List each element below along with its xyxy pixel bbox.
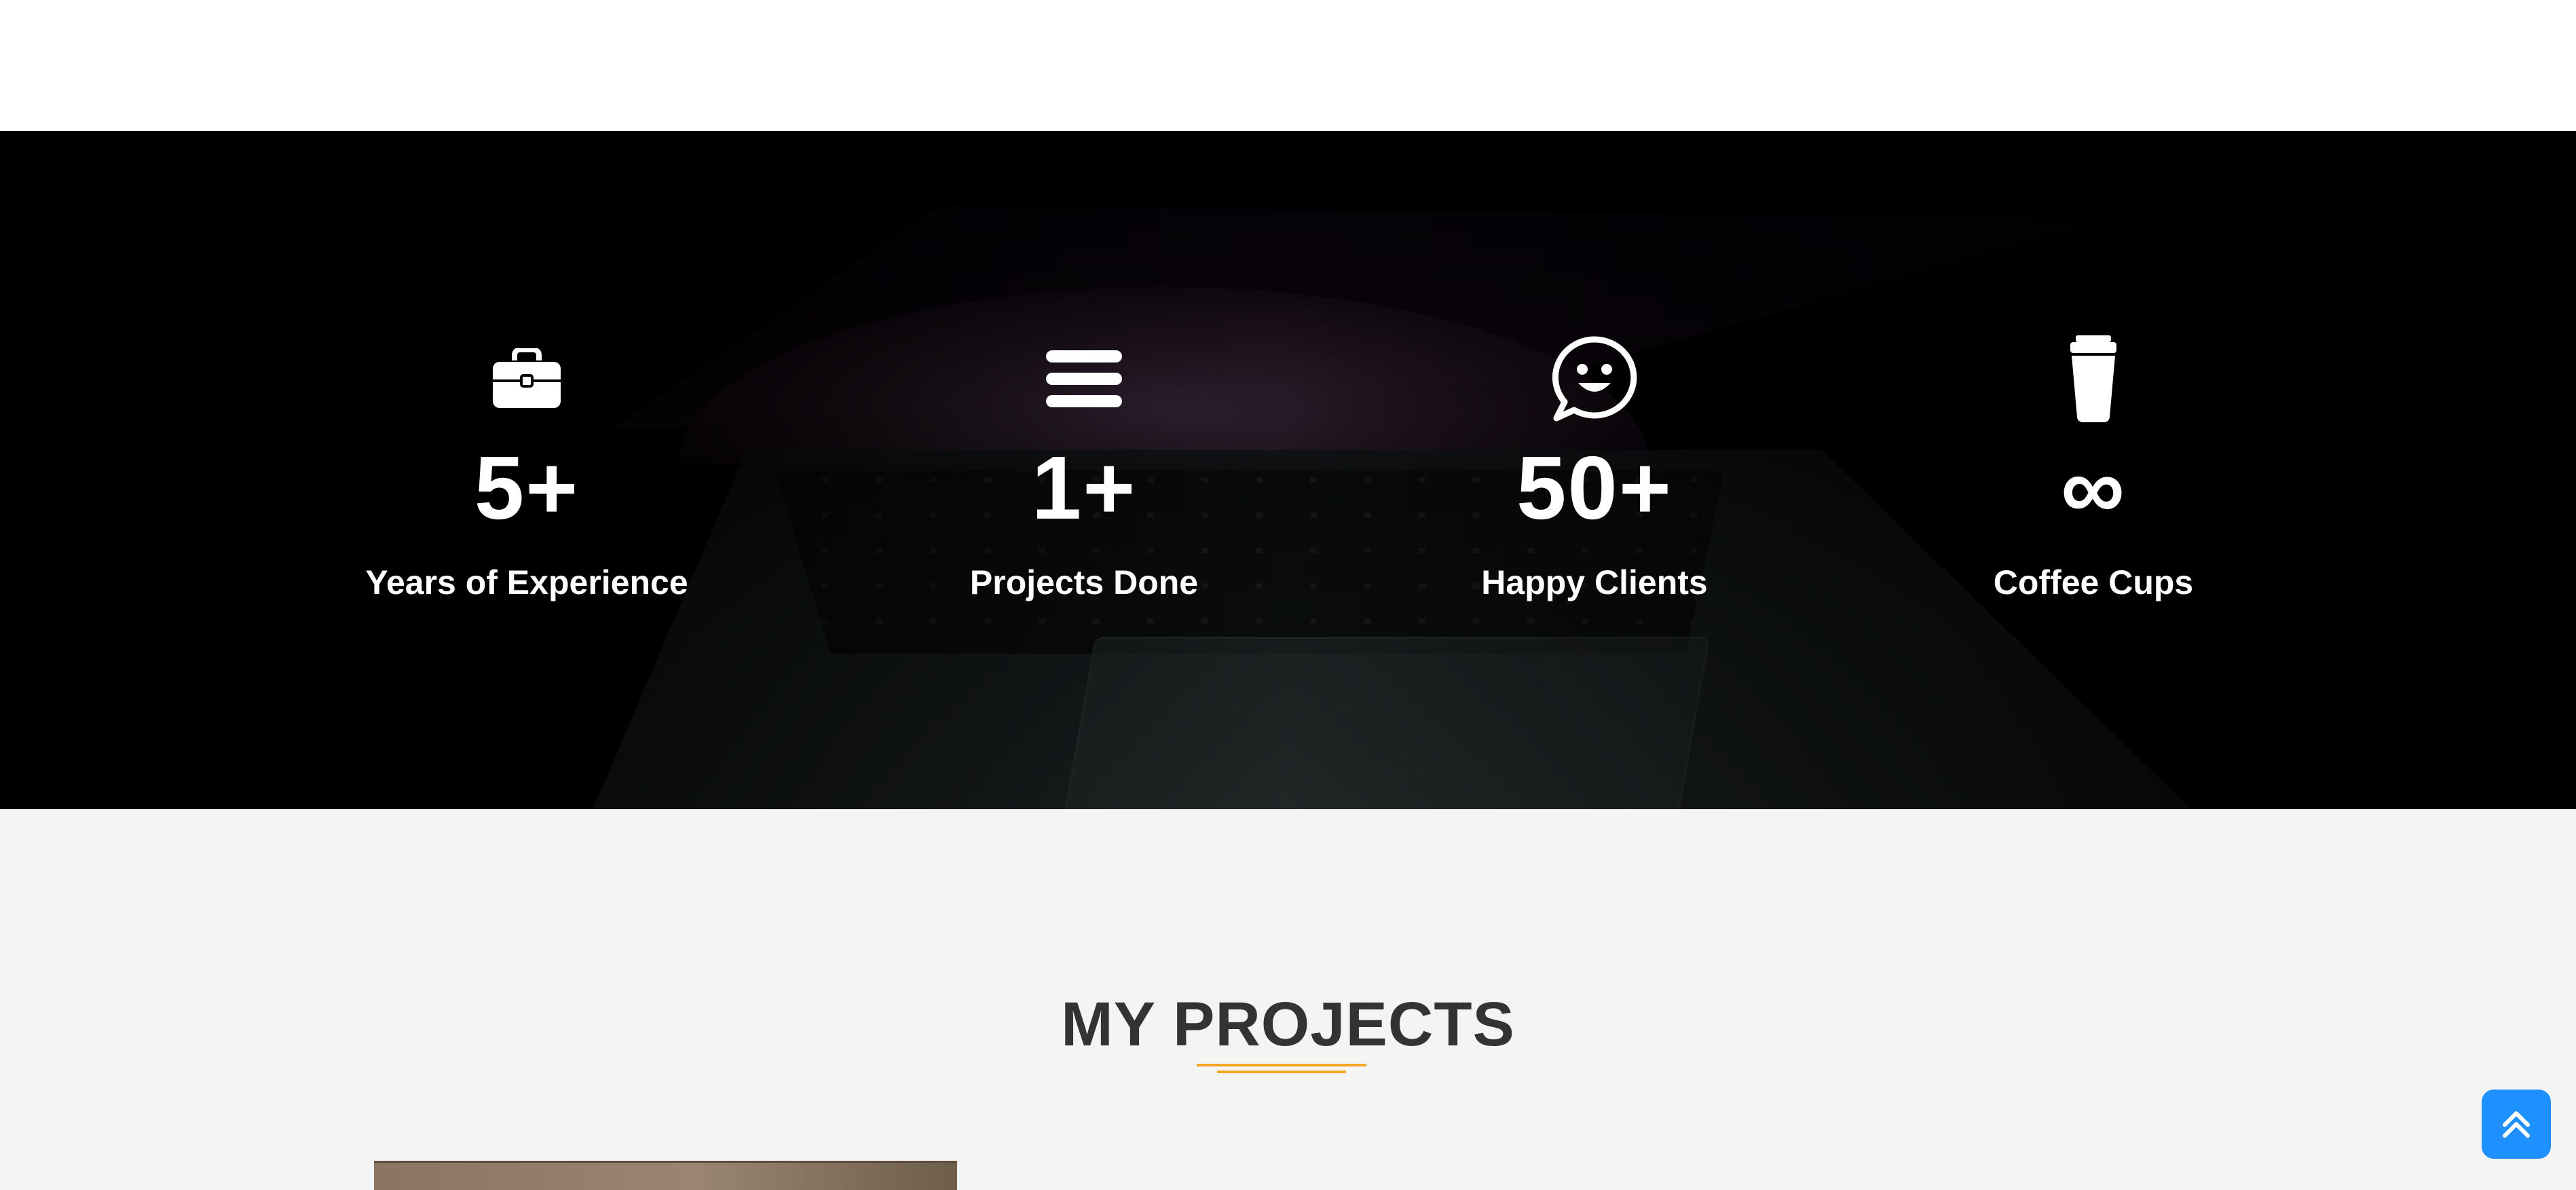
scroll-to-top-button[interactable] [2482, 1090, 2551, 1159]
stat-happy-clients: 50+ Happy Clients [1391, 335, 1798, 602]
top-spacer [0, 0, 2576, 131]
projects-section: MY PROJECTS [0, 809, 2576, 1190]
stat-label: Happy Clients [1481, 563, 1708, 601]
title-underline [1197, 1064, 1366, 1077]
stat-label: Years of Experience [365, 563, 688, 601]
stat-value: ∞ [2060, 438, 2127, 538]
stat-projects-done: 1+ Projects Done [880, 335, 1288, 602]
briefcase-icon [323, 335, 730, 423]
chat-smile-icon [1391, 335, 1798, 423]
stats-section: 5+ Years of Experience 1+ Projects Done … [0, 131, 2576, 809]
stat-label: Projects Done [969, 563, 1199, 601]
stat-value: 1+ [1031, 438, 1137, 538]
coffee-cup-icon [1890, 335, 2297, 423]
section-title: MY PROJECTS [1061, 990, 1515, 1059]
stat-coffee-cups: ∞ Coffee Cups [1890, 335, 2297, 602]
stat-value: 5+ [474, 438, 580, 538]
double-chevron-up-icon [2499, 1106, 2533, 1143]
stat-years-experience: 5+ Years of Experience [323, 335, 730, 602]
stat-value: 50+ [1516, 438, 1673, 538]
stack-icon [880, 335, 1288, 423]
stat-label: Coffee Cups [1993, 563, 2194, 601]
project-card-image[interactable] [374, 1161, 957, 1190]
